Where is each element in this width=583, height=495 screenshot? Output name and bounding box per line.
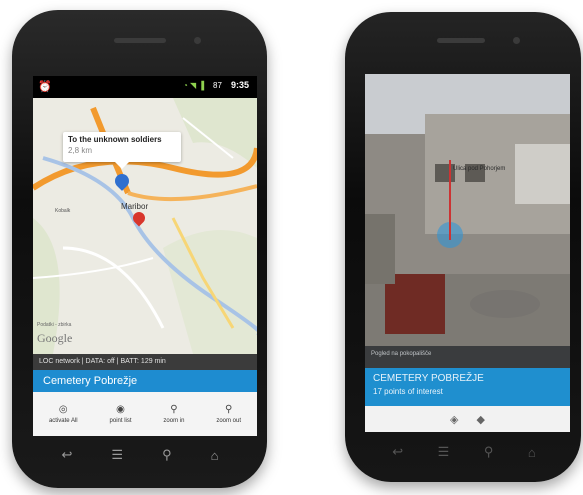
activate-all-button[interactable]: ◎ activate All (48, 403, 78, 424)
ar-action-bar: ◈ ◆ (365, 406, 570, 432)
nav-bar: ↩ ☰ ⚲ ⌂ (42, 442, 238, 468)
camera-icon[interactable]: ◈ (450, 413, 458, 426)
menu-icon[interactable]: ☰ (111, 447, 123, 463)
list-icon: ◉ (116, 403, 125, 415)
ar-camera-screen: Ulica pod Pohorjem Pogled na pokopališče… (365, 74, 570, 432)
battery-level: 87 (213, 81, 222, 90)
zoom-out-icon: ⚲ (225, 403, 233, 415)
status-info-bar: LOC network | DATA: off | BATT: 129 min (33, 354, 257, 370)
poi-title: To the unknown soldiers (68, 135, 162, 144)
front-camera (513, 37, 520, 44)
front-camera (194, 37, 201, 44)
zoom-out-button[interactable]: ⚲ zoom out (216, 403, 242, 424)
earpiece-speaker (437, 38, 485, 43)
back-icon[interactable]: ↩ (62, 447, 73, 463)
nav-bar: ↩ ☰ ⚲ ⌂ (375, 440, 553, 464)
point-list-button[interactable]: ◉ point list (109, 403, 132, 424)
phone-right: Ulica pod Pohorjem Pogled na pokopališče… (345, 12, 581, 482)
map-view[interactable]: To the unknown soldiers 2,8 km Maribor K… (33, 98, 257, 354)
map-icon[interactable]: ◆ (477, 413, 485, 426)
activate-all-label: activate All (48, 417, 78, 424)
location-title[interactable]: Cemetery Pobrežje (33, 370, 257, 392)
status-bar: ⏰ ◔ ◥ ▐ 87 9:35 (33, 76, 257, 98)
ar-label: Ulica pod Pohorjem (453, 166, 506, 172)
home-icon[interactable]: ⌂ (528, 445, 536, 460)
menu-icon[interactable]: ☰ (438, 444, 450, 460)
ar-title: CEMETERY POBREŽJE (373, 373, 484, 384)
zoom-in-button[interactable]: ⚲ zoom in (163, 403, 185, 424)
ar-marker-line (449, 160, 451, 240)
poi-distance: 2,8 km (68, 146, 93, 155)
place-label: Kobalk (55, 208, 71, 214)
earpiece-speaker (114, 38, 166, 43)
point-list-label: point list (109, 417, 132, 424)
phone-screen: ⏰ ◔ ◥ ▐ 87 9:35 To the unknown soldiers … (33, 76, 257, 436)
search-icon[interactable]: ⚲ (484, 444, 494, 460)
back-icon[interactable]: ↩ (392, 444, 403, 460)
home-icon[interactable]: ⌂ (211, 448, 219, 463)
ar-subtitle: 17 points of interest (373, 387, 443, 396)
clock: 9:35 (231, 80, 250, 90)
signal-icons: ◔ ◥ ▐ (183, 81, 205, 90)
ar-strip-text: Pogled na pokopališče (371, 351, 432, 357)
alarm-icon: ⏰ (38, 81, 52, 93)
map-credit: Podatki - zbirka (37, 322, 72, 328)
ar-location-panel[interactable]: CEMETERY POBREŽJE 17 points of interest (365, 368, 570, 406)
phone-left: ⏰ ◔ ◥ ▐ 87 9:35 To the unknown soldiers … (12, 10, 267, 488)
zoom-out-label: zoom out (216, 417, 242, 424)
google-logo: Google (37, 331, 73, 345)
search-icon[interactable]: ⚲ (162, 447, 172, 463)
action-bar: ◎ activate All ◉ point list ⚲ zoom in ⚲ … (33, 392, 257, 436)
zoom-in-icon: ⚲ (170, 403, 178, 415)
city-label: Maribor (121, 202, 149, 211)
zoom-in-label: zoom in (163, 417, 185, 424)
poi-callout[interactable]: To the unknown soldiers 2,8 km (63, 132, 181, 169)
globe-icon: ◎ (58, 403, 68, 415)
